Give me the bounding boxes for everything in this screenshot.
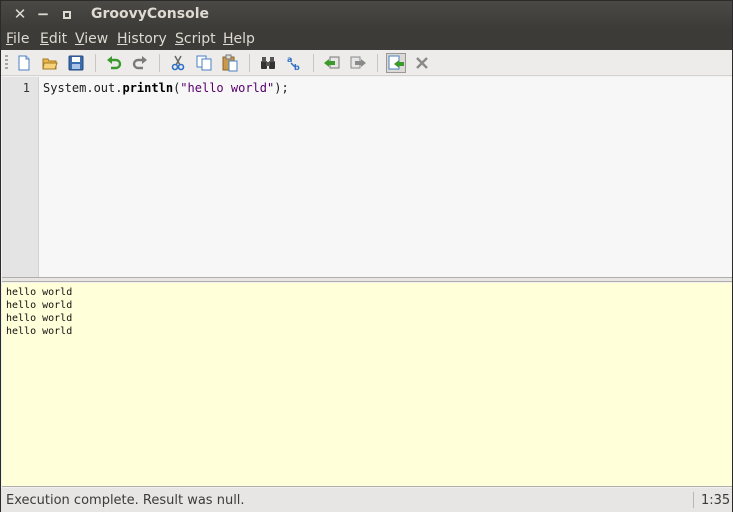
output-line: hello world: [6, 326, 73, 337]
save-file-button[interactable]: [67, 54, 85, 72]
menu-file[interactable]: File: [6, 31, 29, 47]
menu-view[interactable]: View: [75, 31, 108, 47]
status-bar: Execution complete. Result was null. 1:3…: [1, 488, 732, 512]
run-script-button[interactable]: [386, 53, 406, 73]
toolbar-separator: [377, 54, 378, 72]
caret-position: 1:35: [701, 493, 731, 508]
open-file-button[interactable]: [41, 54, 59, 72]
menu-bar: File Edit View History Script Help: [1, 29, 732, 50]
find-icon: [261, 57, 275, 69]
toolbar-separator: [249, 54, 250, 72]
toolbar: ab: [1, 50, 732, 76]
menu-history[interactable]: History: [117, 31, 167, 47]
minimize-icon: −: [36, 5, 50, 23]
split-pane-divider[interactable]: [2, 278, 732, 282]
new-file-icon: [18, 55, 30, 71]
replace-icon: ab: [287, 55, 300, 72]
menu-edit[interactable]: Edit: [40, 31, 67, 47]
line-number: 1: [22, 81, 30, 95]
copy-button[interactable]: [195, 54, 213, 72]
code-method: println: [122, 81, 174, 95]
new-file-button[interactable]: [15, 54, 33, 72]
previous-history-icon: [324, 56, 340, 69]
paste-button[interactable]: [221, 54, 239, 72]
maximize-window-button[interactable]: [58, 5, 76, 23]
svg-text:b: b: [294, 63, 300, 72]
close-icon: ✕: [13, 5, 27, 23]
line-number-gutter: 1: [2, 77, 39, 277]
toolbar-separator: [95, 54, 96, 72]
undo-icon: [107, 56, 122, 70]
undo-button[interactable]: [105, 54, 123, 72]
toolbar-separator: [159, 54, 160, 72]
status-divider: [693, 492, 694, 508]
previous-history-button[interactable]: [323, 54, 341, 72]
open-file-icon: [42, 58, 58, 70]
code-string: "hello world": [180, 81, 275, 95]
find-button[interactable]: [259, 54, 277, 72]
cut-icon: [171, 55, 185, 71]
output-pane[interactable]: hello world hello world hello world hell…: [2, 283, 732, 487]
code-line[interactable]: System.out.println("hello world");: [43, 81, 289, 95]
output-line: hello world: [6, 287, 73, 298]
title-bar[interactable]: ✕ − GroovyConsole: [1, 1, 732, 29]
toolbar-separator: [313, 54, 314, 72]
paste-icon: [222, 54, 238, 72]
copy-icon: [196, 55, 212, 71]
interrupt-icon: [416, 57, 428, 69]
window-title: GroovyConsole: [91, 6, 209, 22]
next-history-button[interactable]: [349, 54, 367, 72]
maximize-icon: [63, 11, 71, 19]
status-message: Execution complete. Result was null.: [6, 493, 245, 508]
minimize-window-button[interactable]: −: [34, 5, 52, 23]
interrupt-button[interactable]: [413, 54, 431, 72]
script-editor[interactable]: 1 System.out.println("hello world");: [2, 77, 732, 278]
code-paren-close: );: [274, 81, 289, 95]
redo-button[interactable]: [131, 54, 149, 72]
menu-help[interactable]: Help: [223, 31, 255, 47]
redo-icon: [132, 56, 147, 70]
groovy-console-window: ✕ − GroovyConsole File Edit View History…: [0, 0, 733, 512]
menu-script[interactable]: Script: [175, 31, 216, 47]
close-window-button[interactable]: ✕: [11, 5, 29, 23]
run-script-icon: [388, 55, 404, 70]
replace-button[interactable]: ab: [285, 54, 303, 72]
code-text: System.out.: [43, 81, 123, 95]
cut-button[interactable]: [169, 54, 187, 72]
next-history-icon: [350, 56, 366, 69]
toolbar-grip[interactable]: [5, 55, 8, 71]
output-line: hello world: [6, 313, 73, 324]
output-line: hello world: [6, 300, 73, 311]
save-file-icon: [68, 55, 84, 71]
